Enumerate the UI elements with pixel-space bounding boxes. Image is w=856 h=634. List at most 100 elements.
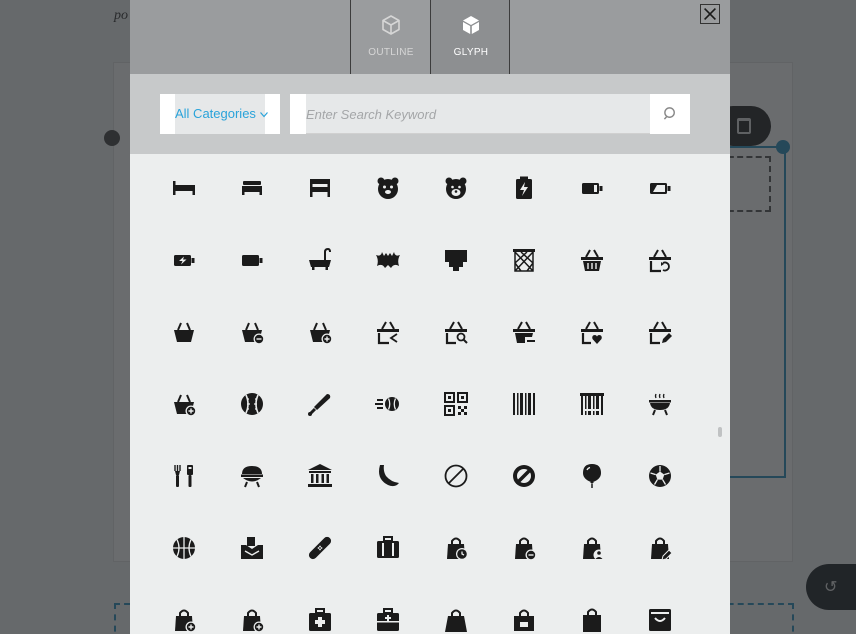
icon-option[interactable] xyxy=(638,166,682,210)
icon-option[interactable] xyxy=(570,454,614,498)
tab-glyph[interactable]: GLYPH xyxy=(430,0,510,74)
icon-option[interactable] xyxy=(570,598,614,634)
search-input-wrapper xyxy=(306,94,650,134)
icon-option[interactable] xyxy=(570,526,614,570)
icon-option[interactable] xyxy=(638,310,682,354)
search-input[interactable] xyxy=(306,94,650,134)
bag-plus-icon xyxy=(243,609,265,633)
icon-option[interactable] xyxy=(230,166,274,210)
soccer-ball-icon xyxy=(649,465,671,487)
bed-single-icon xyxy=(173,181,195,195)
scrollbar-thumb[interactable] xyxy=(718,427,722,437)
search-button[interactable] xyxy=(650,94,690,134)
icon-option[interactable] xyxy=(434,598,478,634)
icon-option[interactable] xyxy=(570,238,614,282)
icon-option[interactable] xyxy=(434,382,478,426)
basket-check-icon xyxy=(174,322,194,342)
ban-outline-icon xyxy=(444,464,468,488)
battery-low-icon xyxy=(650,183,671,194)
icon-option[interactable] xyxy=(162,238,206,282)
tab-outline-label: OUTLINE xyxy=(368,47,414,58)
icon-option[interactable] xyxy=(638,526,682,570)
bank-icon xyxy=(308,464,332,487)
search-icon xyxy=(663,107,675,120)
icon-option[interactable] xyxy=(638,382,682,426)
icon-option[interactable] xyxy=(366,238,410,282)
icon-grid xyxy=(130,154,730,634)
basketball-net-icon xyxy=(513,249,535,272)
bath-mat-icon xyxy=(445,250,467,271)
tab-glyph-label: GLYPH xyxy=(453,47,489,58)
icon-option[interactable] xyxy=(230,454,274,498)
glyph-cube-icon xyxy=(463,16,479,34)
basket-minus-icon xyxy=(242,322,265,345)
icon-option[interactable] xyxy=(230,238,274,282)
icon-option[interactable] xyxy=(298,454,342,498)
close-icon xyxy=(704,8,716,20)
icon-option[interactable] xyxy=(570,310,614,354)
icon-option[interactable] xyxy=(162,598,206,634)
icon-option[interactable] xyxy=(230,598,274,634)
icon-option[interactable] xyxy=(638,454,682,498)
first-aid-kit-icon xyxy=(309,608,331,631)
batman-icon xyxy=(376,252,400,268)
icon-option[interactable] xyxy=(434,238,478,282)
icon-option[interactable] xyxy=(162,526,206,570)
icon-option[interactable] xyxy=(366,526,410,570)
search-bar: All Categories xyxy=(130,74,730,154)
icon-option[interactable] xyxy=(434,166,478,210)
icon-option[interactable] xyxy=(638,598,682,634)
bag-add-icon xyxy=(175,609,197,633)
icon-option[interactable] xyxy=(162,166,206,210)
baseball-pitch-icon xyxy=(375,397,399,411)
icon-option[interactable] xyxy=(230,526,274,570)
icon-option[interactable] xyxy=(366,598,410,634)
icon-option[interactable] xyxy=(366,310,410,354)
icon-option[interactable] xyxy=(230,382,274,426)
icon-option[interactable] xyxy=(502,382,546,426)
tab-outline[interactable]: OUTLINE xyxy=(350,0,430,74)
grill-icon xyxy=(241,466,263,488)
basket-share-icon xyxy=(377,321,399,345)
basket-search-icon xyxy=(445,321,468,345)
icon-option[interactable] xyxy=(298,310,342,354)
icon-option[interactable] xyxy=(502,598,546,634)
icon-option[interactable] xyxy=(366,166,410,210)
battery-empty-icon xyxy=(242,255,263,266)
ban-icon xyxy=(513,465,535,487)
medical-kit-icon xyxy=(377,608,399,631)
icon-option[interactable] xyxy=(366,454,410,498)
icon-option[interactable] xyxy=(502,166,546,210)
bag-clock-icon xyxy=(447,537,468,560)
icon-option[interactable] xyxy=(434,454,478,498)
bag-minus-icon xyxy=(515,537,537,561)
icon-option[interactable] xyxy=(434,526,478,570)
icon-option[interactable] xyxy=(298,598,342,634)
icon-option[interactable] xyxy=(570,166,614,210)
icon-option[interactable] xyxy=(298,526,342,570)
baseball-bat-icon xyxy=(308,394,331,416)
category-select[interactable]: All Categories xyxy=(160,94,280,134)
icon-option[interactable] xyxy=(502,526,546,570)
icon-option[interactable] xyxy=(570,382,614,426)
icon-option[interactable] xyxy=(162,382,206,426)
icon-option[interactable] xyxy=(434,310,478,354)
search-field xyxy=(290,94,690,134)
archive-box-icon xyxy=(649,609,671,631)
icon-option[interactable] xyxy=(502,310,546,354)
icon-option[interactable] xyxy=(298,382,342,426)
icon-option[interactable] xyxy=(162,310,206,354)
icon-option[interactable] xyxy=(230,310,274,354)
bag-edit-icon xyxy=(651,537,673,561)
icon-option[interactable] xyxy=(366,382,410,426)
icon-option[interactable] xyxy=(298,238,342,282)
basket-refresh-icon xyxy=(649,249,671,273)
outline-cube-icon xyxy=(382,15,400,35)
close-button[interactable] xyxy=(700,4,720,24)
icon-option[interactable] xyxy=(298,166,342,210)
icon-option[interactable] xyxy=(162,454,206,498)
bathtub-icon xyxy=(309,247,331,270)
icon-option[interactable] xyxy=(502,238,546,282)
icon-option[interactable] xyxy=(638,238,682,282)
icon-option[interactable] xyxy=(502,454,546,498)
